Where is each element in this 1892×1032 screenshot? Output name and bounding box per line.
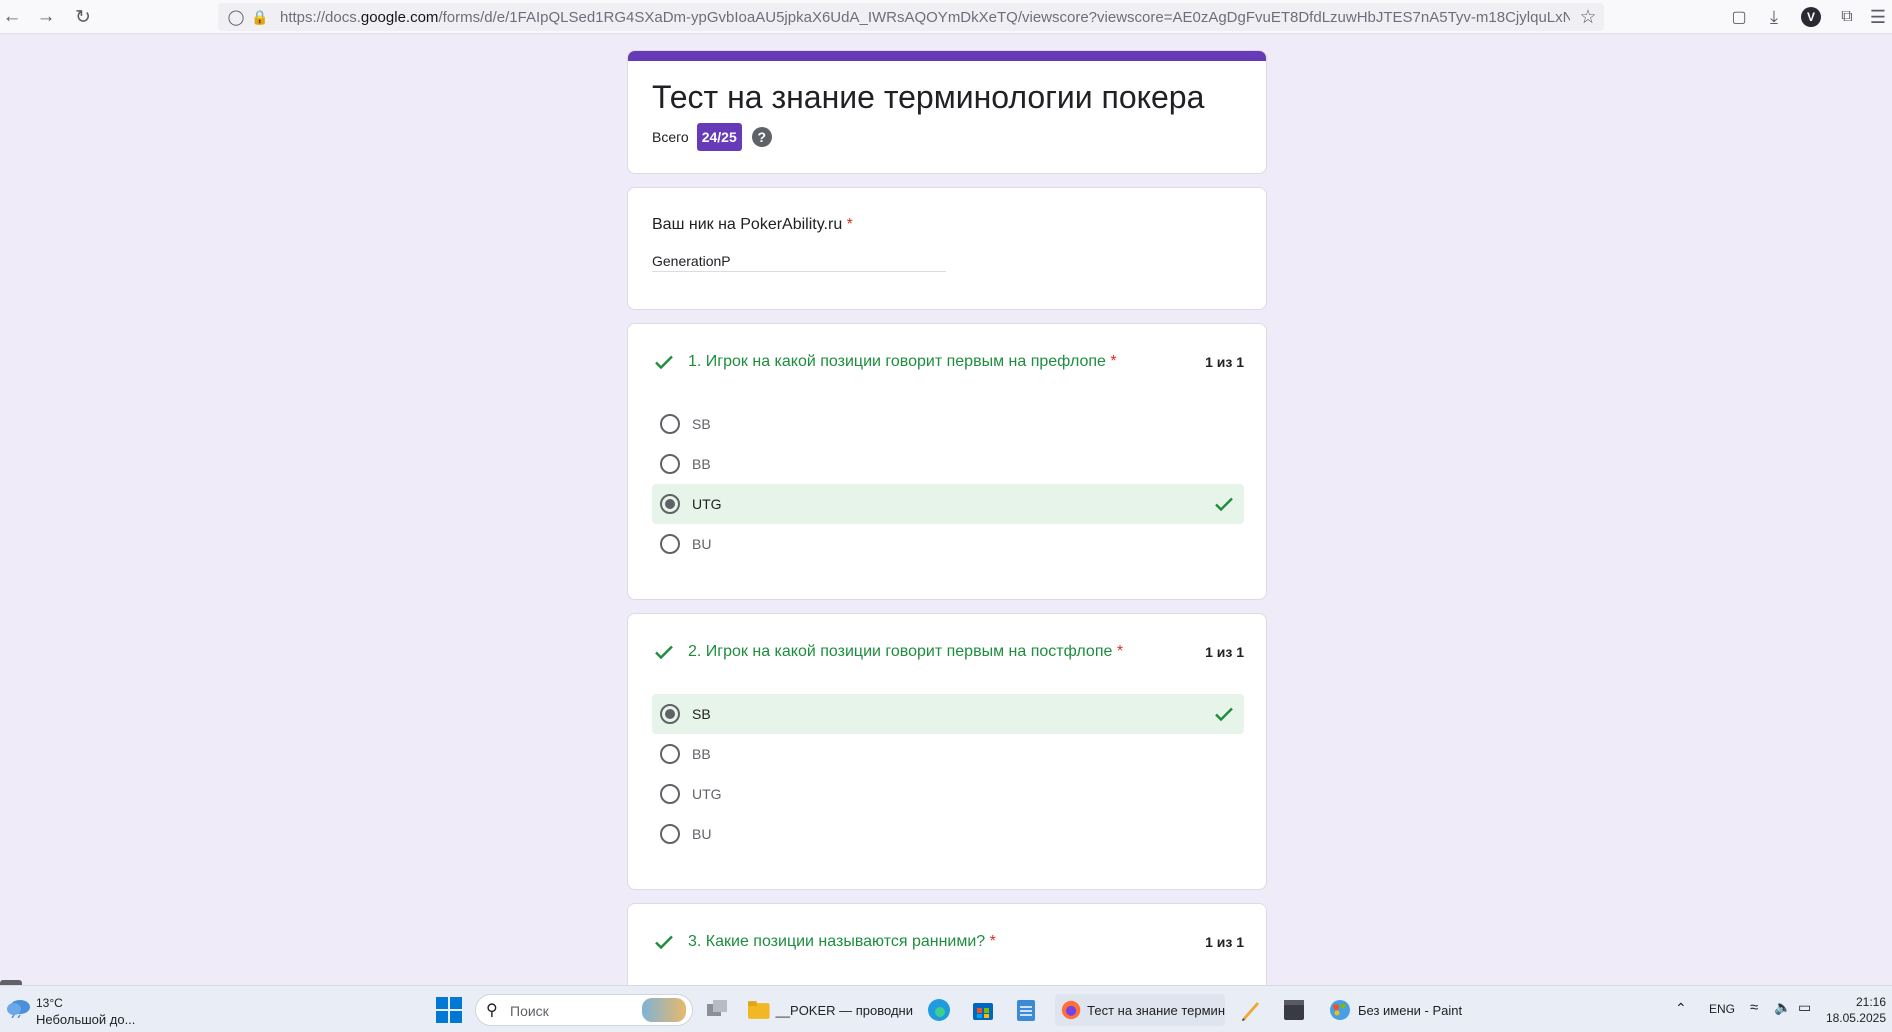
- option-bb: BB: [652, 444, 1244, 484]
- taskbar-app-explorer[interactable]: __POKER — проводни: [748, 994, 913, 1026]
- nick-question-card: Ваш ник на PokerAbility.ru * GenerationP: [627, 187, 1267, 310]
- question-card-3: 3. Какие позиции называются ранними? * 1…: [627, 903, 1267, 985]
- clock-time: 21:16: [1855, 995, 1886, 1009]
- question-title: 3. Какие позиции называются ранними? *: [688, 933, 996, 950]
- store-icon[interactable]: [972, 994, 998, 1026]
- url-text[interactable]: https://docs.google.com/forms/d/e/1FAIpQ…: [280, 9, 1570, 26]
- question-card-2: 2. Игрок на какой позиции говорит первым…: [627, 613, 1267, 890]
- radio-icon: [660, 824, 680, 844]
- question-header: 3. Какие позиции называются ранними? * 1…: [652, 930, 1244, 954]
- correct-check-icon: [655, 645, 673, 660]
- form-header-card: Тест на знание терминологии покера Всего…: [627, 50, 1267, 174]
- option-bb: BB: [652, 734, 1244, 774]
- search-highlight-icon: [642, 998, 686, 1022]
- paint-label: Без имени - Paint: [1358, 1002, 1463, 1018]
- question-points: 1 из 1: [1205, 644, 1244, 660]
- firefox-label: Тест на знание термин: [1087, 1002, 1225, 1018]
- profile-avatar[interactable]: V: [1801, 7, 1821, 27]
- nick-answer: GenerationP: [652, 253, 946, 272]
- download-icon[interactable]: ⤓: [1762, 5, 1786, 29]
- correct-check-icon: [655, 355, 673, 370]
- bookmark-star-icon[interactable]: ☆: [1576, 5, 1600, 29]
- browser-toolbar: ← → ↻ ◯ 🔒 https://docs.google.com/forms/…: [0, 0, 1892, 34]
- weather-temperature: 13°C: [36, 996, 63, 1010]
- edge-icon[interactable]: [927, 994, 953, 1026]
- pen-tool-icon[interactable]: [1240, 994, 1266, 1026]
- paint-icon: [1330, 1000, 1350, 1020]
- task-view-icon[interactable]: [705, 994, 731, 1026]
- question-header: 1. Игрок на какой позиции говорит первым…: [652, 350, 1244, 374]
- forward-arrow-icon[interactable]: →: [34, 5, 58, 29]
- question-card-1: 1. Игрок на какой позиции говорит первым…: [627, 323, 1267, 600]
- option-label: BB: [692, 746, 711, 762]
- windows-start-icon[interactable]: [436, 994, 462, 1026]
- radio-checked-icon: [660, 704, 680, 724]
- radio-icon: [660, 414, 680, 434]
- url-bar[interactable]: ◯ 🔒 https://docs.google.com/forms/d/e/1F…: [218, 3, 1604, 31]
- option-label: BU: [692, 826, 712, 842]
- shield-icon[interactable]: ◯: [224, 5, 248, 29]
- radio-icon: [660, 784, 680, 804]
- nick-question-label: Ваш ник на PokerAbility.ru *: [652, 216, 853, 233]
- help-icon[interactable]: ?: [751, 127, 772, 147]
- question-points: 1 из 1: [1205, 934, 1244, 950]
- language-indicator[interactable]: ENG: [1709, 1002, 1735, 1016]
- score-badge: 24/25: [696, 123, 742, 151]
- pocket-icon[interactable]: ▢: [1727, 5, 1751, 29]
- taskbar-search[interactable]: ⚲ Поиск: [475, 994, 693, 1026]
- tray-overflow-chevron-icon[interactable]: ⌃: [1675, 1000, 1687, 1017]
- score-label: Всего: [652, 129, 689, 145]
- taskbar-app-firefox[interactable]: Тест на знание термин: [1055, 994, 1225, 1026]
- question-header: 2. Игрок на какой позиции говорит первым…: [652, 640, 1244, 664]
- radio-icon: [660, 454, 680, 474]
- option-label: BU: [692, 536, 712, 552]
- folder-icon: [748, 1001, 770, 1019]
- option-bu: BU: [652, 524, 1244, 564]
- correct-check-icon: [1215, 707, 1233, 722]
- lock-icon: 🔒: [251, 8, 269, 25]
- option-utg: UTG: [652, 774, 1244, 814]
- correct-check-icon: [1215, 497, 1233, 512]
- correct-check-icon: [655, 935, 673, 950]
- search-icon: ⚲: [486, 1002, 498, 1019]
- option-bu: BU: [652, 814, 1244, 854]
- radio-icon: [660, 534, 680, 554]
- search-placeholder: Поиск: [510, 1003, 549, 1019]
- notepad-icon[interactable]: [1016, 994, 1042, 1026]
- weather-description: Небольшой до...: [36, 1012, 136, 1027]
- accent-bar: [628, 51, 1266, 61]
- option-label: SB: [692, 706, 711, 722]
- form-title: Тест на знание терминологии покера: [652, 79, 1205, 115]
- cloud-rain-icon: [7, 1000, 30, 1018]
- score-row: Всего 24/25 ?: [652, 123, 772, 151]
- taskbar-app-paint[interactable]: Без имени - Paint: [1328, 994, 1468, 1026]
- volume-icon[interactable]: 🔈: [1774, 999, 1791, 1016]
- video-editor-icon[interactable]: [1283, 994, 1309, 1026]
- question-title: 1. Игрок на какой позиции говорит первым…: [688, 353, 1117, 370]
- system-clock[interactable]: 21:16 18.05.2025: [1826, 994, 1886, 1026]
- option-label: UTG: [692, 496, 722, 512]
- explorer-label: __POKER — проводни: [775, 1002, 913, 1018]
- option-sb-correct: SB: [652, 694, 1244, 734]
- extensions-icon[interactable]: ⧉: [1835, 5, 1859, 29]
- form-page: Тест на знание терминологии покера Всего…: [0, 35, 1892, 985]
- option-label: SB: [692, 416, 711, 432]
- option-sb: SB: [652, 404, 1244, 444]
- question-points: 1 из 1: [1205, 354, 1244, 370]
- reload-icon[interactable]: ↻: [71, 5, 95, 29]
- option-utg-correct: UTG: [652, 484, 1244, 524]
- question-title: 2. Игрок на какой позиции говорит первым…: [688, 643, 1124, 660]
- menu-icon[interactable]: ☰: [1866, 5, 1890, 29]
- radio-checked-icon: [660, 494, 680, 514]
- option-label: UTG: [692, 786, 722, 802]
- taskbar: 13°C Небольшой до... ⚲ Поиск __POKER — п…: [0, 985, 1892, 1032]
- firefox-icon: [1061, 1000, 1081, 1020]
- back-arrow-icon[interactable]: ←: [0, 5, 24, 29]
- option-label: BB: [692, 456, 711, 472]
- battery-icon[interactable]: ▭: [1798, 999, 1811, 1016]
- clock-date: 18.05.2025: [1825, 1011, 1886, 1025]
- radio-icon: [660, 744, 680, 764]
- wifi-icon[interactable]: ≈: [1750, 999, 1758, 1016]
